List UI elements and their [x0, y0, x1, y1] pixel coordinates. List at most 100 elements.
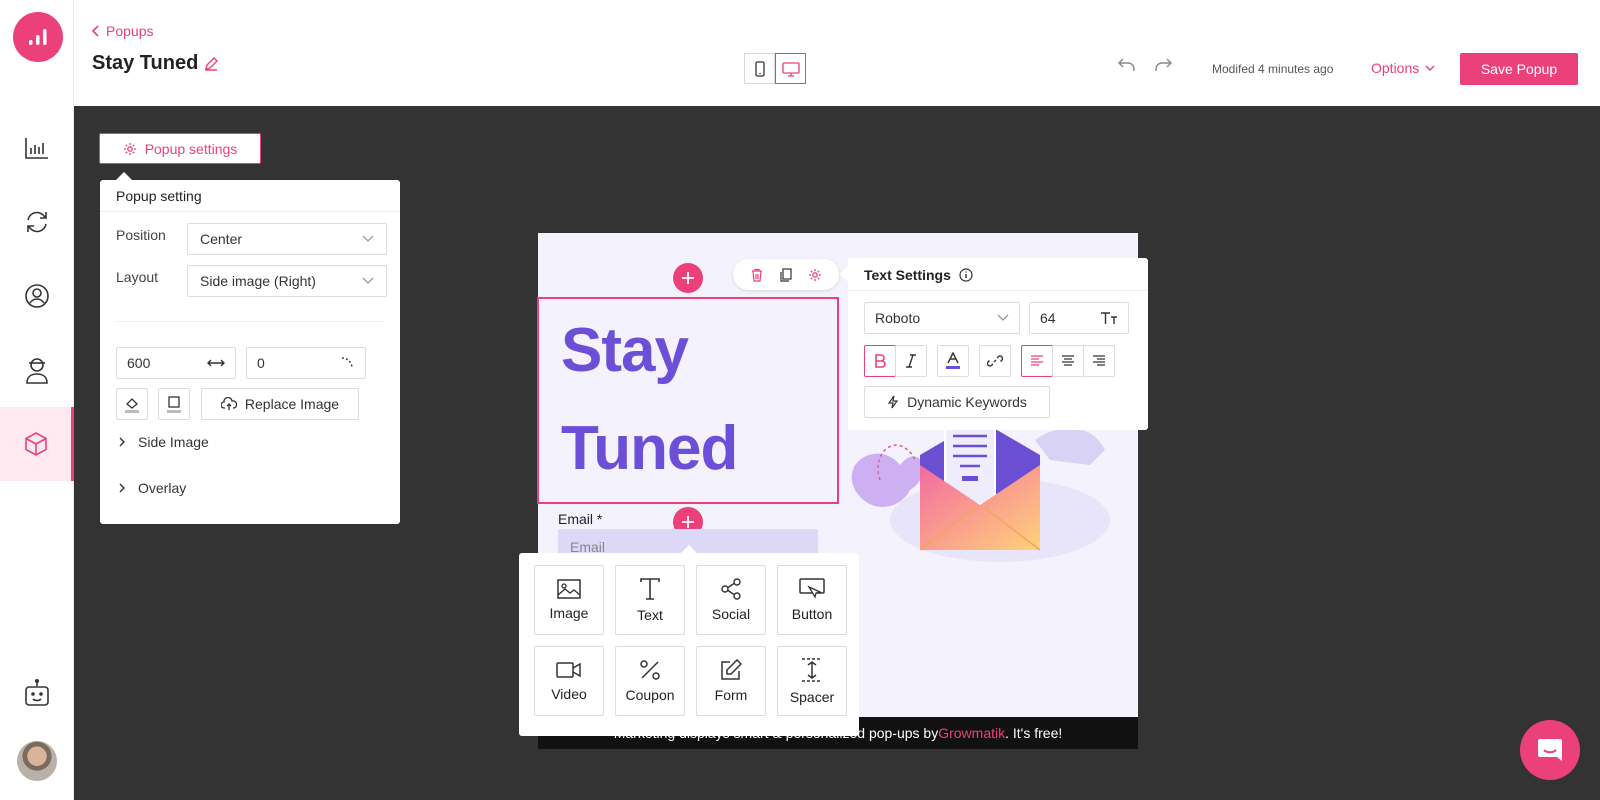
footer-suffix: . It's free! [1005, 725, 1063, 741]
upload-cloud-icon [220, 397, 237, 410]
undo-icon[interactable] [1118, 58, 1136, 72]
info-icon[interactable] [959, 268, 973, 282]
add-block-above-button[interactable] [673, 263, 703, 293]
modified-status: Modifed 4 minutes ago [1212, 62, 1334, 76]
mobile-icon [754, 60, 765, 77]
font-size-input[interactable]: 64 [1029, 302, 1129, 334]
replace-image-button[interactable]: Replace Image [201, 388, 359, 420]
side-image-toggle[interactable]: Side Image [118, 434, 209, 450]
page-title-text: Stay Tuned [92, 52, 199, 74]
position-label: Position [116, 227, 166, 243]
border-color-button[interactable] [158, 388, 190, 420]
font-family-select[interactable]: Roboto [864, 302, 1020, 334]
plus-icon [682, 272, 694, 284]
picker-item-label: Image [549, 605, 589, 621]
sidebar-item-automation[interactable] [0, 185, 74, 259]
align-center-button[interactable] [1052, 345, 1084, 377]
desktop-view-button[interactable] [775, 53, 806, 84]
gear-icon[interactable] [808, 268, 822, 282]
align-right-button[interactable] [1083, 345, 1115, 377]
popup-settings-label: Popup settings [144, 140, 238, 157]
dynamic-keywords-label: Dynamic Keywords [907, 394, 1027, 410]
envelope-illustration [851, 420, 1110, 562]
link-icon [987, 355, 1003, 367]
sidebar-item-audience[interactable] [0, 259, 74, 333]
cube-icon [24, 432, 47, 456]
popup-settings-button[interactable]: Popup settings [99, 133, 261, 164]
chevron-down-icon [362, 277, 374, 284]
form-edit-icon [721, 659, 742, 680]
chat-launcher-button[interactable] [1520, 720, 1580, 780]
picker-item-image[interactable]: Image [534, 565, 604, 635]
picker-item-social[interactable]: Social [696, 565, 766, 635]
plus-icon [682, 516, 694, 528]
corner-radius-icon [341, 357, 353, 369]
image-icon [557, 579, 581, 599]
back-link[interactable]: Popups [92, 23, 153, 39]
radius-input[interactable]: 0 [246, 347, 366, 379]
font-size-value: 64 [1040, 310, 1056, 326]
chevron-down-icon [997, 314, 1009, 321]
sync-icon [27, 211, 47, 233]
width-input[interactable]: 600 [116, 347, 236, 379]
bars-icon [29, 29, 47, 45]
width-value: 600 [127, 355, 151, 371]
text-icon [640, 578, 660, 600]
sidebar-item-analytics[interactable] [0, 111, 74, 185]
link-button[interactable] [979, 345, 1011, 377]
trash-icon[interactable] [750, 268, 764, 282]
audience-icon [25, 284, 49, 308]
picker-item-label: Coupon [625, 687, 675, 703]
align-center-icon [1062, 355, 1074, 366]
picker-item-label: Video [551, 686, 587, 702]
footer-brand-link[interactable]: Growmatik [938, 725, 1005, 741]
options-menu[interactable]: Options [1371, 60, 1435, 76]
headline-line-1: Stay [561, 316, 689, 385]
dynamic-keywords-button[interactable]: Dynamic Keywords [864, 386, 1050, 418]
bold-icon [875, 354, 886, 368]
sidebar-item-agent[interactable] [0, 333, 74, 407]
text-settings-title: Text Settings [864, 267, 973, 283]
save-popup-button[interactable]: Save Popup [1460, 53, 1578, 85]
picker-item-spacer[interactable]: Spacer [777, 646, 847, 716]
mobile-view-button[interactable] [744, 53, 775, 84]
picker-item-video[interactable]: Video [534, 646, 604, 716]
font-family-value: Roboto [875, 310, 921, 326]
italic-button[interactable] [895, 345, 927, 377]
video-icon [556, 662, 581, 678]
percent-icon [640, 660, 660, 680]
lightning-icon [887, 395, 899, 409]
sidebar-item-popups[interactable] [0, 407, 74, 481]
picker-item-button[interactable]: Button [777, 565, 847, 635]
align-left-button[interactable] [1021, 345, 1053, 377]
app-logo[interactable] [13, 12, 63, 62]
picker-item-coupon[interactable]: Coupon [615, 646, 685, 716]
bold-button[interactable] [864, 345, 896, 377]
border-icon [167, 396, 181, 413]
position-select[interactable]: Center [187, 223, 387, 255]
text-color-button[interactable] [937, 345, 969, 377]
side-image-label: Side Image [138, 434, 209, 450]
duplicate-icon[interactable] [779, 267, 793, 282]
width-arrows-icon [207, 359, 225, 367]
user-avatar[interactable] [17, 741, 57, 781]
layout-select[interactable]: Side image (Right) [187, 265, 387, 297]
redo-icon[interactable] [1154, 58, 1172, 72]
picker-item-text[interactable]: Text [615, 565, 685, 635]
header: Popups Stay Tuned Modifed 4 minutes ago … [74, 0, 1600, 106]
text-settings-title-text: Text Settings [864, 267, 951, 283]
overlay-toggle[interactable]: Overlay [118, 480, 186, 496]
options-label: Options [1371, 60, 1420, 76]
sidebar-item-bot[interactable] [0, 657, 74, 731]
gear-icon [123, 142, 136, 155]
picker-item-form[interactable]: Form [696, 646, 766, 716]
chevron-right-icon [119, 483, 125, 493]
chevron-down-icon [1425, 65, 1435, 71]
edit-icon[interactable] [204, 56, 219, 71]
chevron-left-icon [92, 25, 99, 37]
chevron-right-icon [119, 437, 125, 447]
back-link-label: Popups [106, 23, 154, 39]
align-left-icon [1031, 355, 1043, 366]
chevron-down-icon [362, 235, 374, 242]
background-color-button[interactable] [116, 388, 148, 420]
